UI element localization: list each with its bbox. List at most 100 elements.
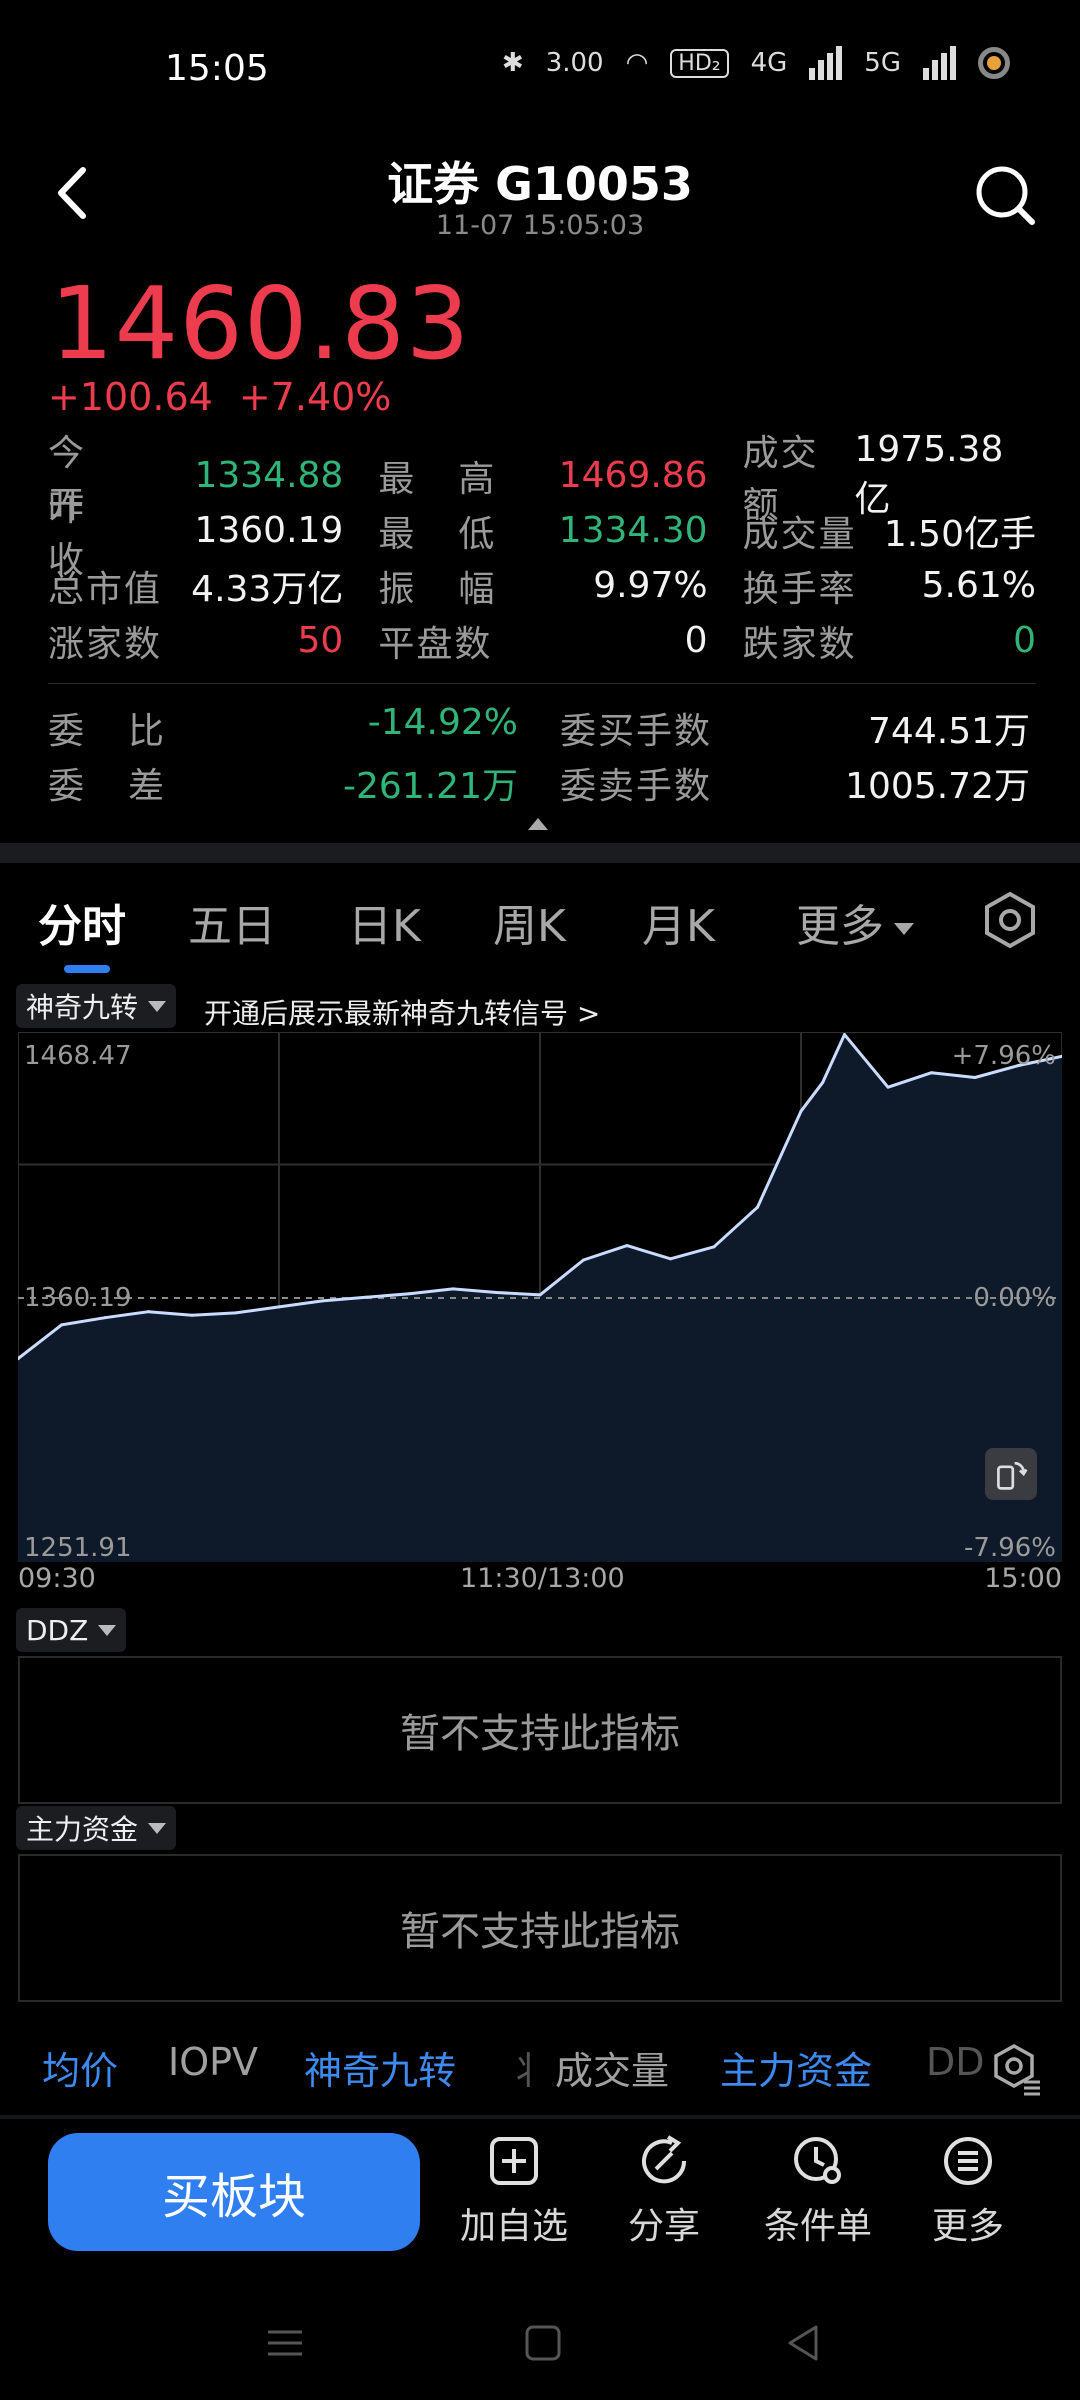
stat-cell: 最低 1334.30 xyxy=(378,505,707,557)
tab-more[interactable]: 更多 xyxy=(796,890,914,954)
hd-badge: HD₂ xyxy=(670,48,729,78)
conditional-order-button[interactable]: 条件单 xyxy=(748,2133,888,2251)
order-stats: 委比 -14.92% 委买手数 744.51万 委差 -261.21万 委卖手数 1005.7… xyxy=(48,700,1036,810)
order-stat-label: 委比 xyxy=(48,710,209,752)
price-point xyxy=(321,1299,324,1303)
ddz-dropdown[interactable]: DDZ xyxy=(16,1608,127,1652)
tab-daily-k[interactable]: 日K xyxy=(348,890,421,954)
stat-cell: 振幅 9.97% xyxy=(378,560,707,612)
stat-value: 5.61% xyxy=(921,565,1036,606)
indicator-main-capital[interactable]: 主力资金 xyxy=(720,2040,872,2095)
y-label-high: 1468.47 xyxy=(24,1041,132,1071)
price-point xyxy=(843,1033,846,1037)
price-change: +100.64 +7.40% xyxy=(48,375,391,419)
order-stat-value: 1005.72万 xyxy=(845,765,1030,807)
stats-row: 总市值 4.33万亿 振幅 9.97% 换手率 5.61% xyxy=(48,558,1036,613)
back-nav-button[interactable] xyxy=(778,2318,828,2368)
more-actions-button[interactable]: 更多 xyxy=(898,2133,1038,2251)
price-point xyxy=(451,1287,455,1291)
stat-cell: 成交量 1.50亿手 xyxy=(743,505,1036,557)
stat-value: 1469.86 xyxy=(558,455,708,496)
indicator-ddz-partial[interactable]: DD xyxy=(926,2040,985,2084)
signal-5g-label: 5G xyxy=(864,48,901,78)
current-price: 1460.83 xyxy=(50,265,471,382)
order-stats-row: 委差 -261.21万 委卖手数 1005.72万 xyxy=(48,755,1036,810)
status-bar: 15:05 ✱ 3.00 ◠ HD₂ 4G 5G xyxy=(0,0,1080,130)
ddz-panel: 暂不支持此指标 xyxy=(18,1656,1062,1804)
indicator-settings-button[interactable] xyxy=(990,2042,1044,2096)
rotate-screen-button[interactable] xyxy=(985,1448,1037,1500)
tab-intraday[interactable]: 分时 xyxy=(38,890,126,954)
order-stat-cell: 委卖手数 1005.72万 xyxy=(560,757,1030,809)
tab-monthly-k[interactable]: 月K xyxy=(642,890,715,954)
pct-label-low: -7.96% xyxy=(964,1533,1056,1562)
price-point xyxy=(190,1313,194,1317)
order-stat-label: 委差 xyxy=(48,765,209,807)
share-icon xyxy=(642,2135,687,2184)
search-icon xyxy=(976,166,1035,225)
active-tab-indicator xyxy=(64,965,110,973)
search-button[interactable] xyxy=(970,160,1040,230)
stat-value: 1.50亿手 xyxy=(883,513,1036,555)
more-actions-label: 更多 xyxy=(931,2206,1004,2247)
y-label-prev-close: 1360.19 xyxy=(24,1283,132,1313)
price-point xyxy=(625,1244,629,1248)
rotate-icon xyxy=(997,1461,1028,1490)
time-axis: 09:30 11:30/13:00 15:00 xyxy=(18,1563,1062,1597)
chart-settings-button[interactable] xyxy=(980,890,1040,950)
indicator-volume[interactable]: 成交量 xyxy=(555,2040,669,2095)
price-point xyxy=(364,1295,368,1299)
share-button[interactable]: 分享 xyxy=(594,2133,734,2251)
unsupported-message: 暂不支持此指标 xyxy=(400,1711,680,1757)
price-point xyxy=(712,1245,716,1249)
price-point xyxy=(277,1305,281,1309)
stat-value: 9.97% xyxy=(593,565,708,606)
nine-turn-hint-link[interactable]: 开通后展示最新神奇九转信号 > xyxy=(204,992,600,1032)
main-capital-dropdown[interactable]: 主力资金 xyxy=(16,1806,177,1850)
main-capital-panel: 暂不支持此指标 xyxy=(18,1854,1062,2002)
stat-value: 4.33万亿 xyxy=(191,568,344,610)
price-point xyxy=(408,1292,411,1296)
indicator-nine-turn[interactable]: 神奇九转 xyxy=(304,2040,456,2095)
tab-more-label: 更多 xyxy=(796,901,884,952)
order-stat-value: -14.92% xyxy=(367,701,518,743)
system-nav-bar xyxy=(0,2290,1080,2400)
main-capital-label: 主力资金 xyxy=(26,1813,139,1846)
tab-five-day[interactable]: 五日 xyxy=(188,890,276,954)
buy-sector-button[interactable]: 买板块 xyxy=(48,2133,420,2251)
price-point xyxy=(756,1205,759,1209)
home-nav-button[interactable] xyxy=(518,2318,568,2368)
stat-cell: 换手率 5.61% xyxy=(743,560,1036,612)
signal-icon-2 xyxy=(923,46,956,80)
change-value: +100.64 xyxy=(48,375,213,419)
nine-turn-label: 神奇九转 xyxy=(26,991,139,1024)
unsupported-message: 暂不支持此指标 xyxy=(400,1909,680,1955)
signal-4g-label: 4G xyxy=(750,48,788,78)
nine-turn-dropdown[interactable]: 神奇九转 xyxy=(16,984,177,1028)
caret-down-icon xyxy=(148,1822,167,1834)
stat-value: 50 xyxy=(297,620,344,661)
indicator-iopv[interactable]: IOPV xyxy=(168,2040,258,2084)
order-stat-label: 委买手数 xyxy=(560,710,713,752)
page-title: 证券 G10053 xyxy=(387,157,693,211)
indicator-avg-price[interactable]: 均价 xyxy=(42,2040,118,2095)
add-watchlist-button[interactable]: 加自选 xyxy=(444,2133,584,2251)
home-square-icon xyxy=(525,2325,561,2361)
change-percent: +7.40% xyxy=(238,375,392,419)
collapse-arrow-icon[interactable] xyxy=(528,818,548,830)
price-point xyxy=(582,1258,585,1262)
stat-value: 0 xyxy=(1013,620,1036,661)
price-point xyxy=(886,1085,890,1089)
price-point xyxy=(60,1323,63,1327)
menu-nav-button[interactable] xyxy=(260,2318,310,2368)
order-stat-cell: 委买手数 744.51万 xyxy=(560,702,1030,754)
tab-weekly-k[interactable]: 周K xyxy=(493,890,566,954)
wifi-icon: ◠ xyxy=(625,48,649,78)
order-stat-label: 委卖手数 xyxy=(560,765,713,807)
intraday-chart[interactable]: 1468.47 1360.19 1251.91 +7.96% 0.00% -7.96% xyxy=(18,1032,1062,1562)
header: 证券 G10053 11-07 15:05:03 xyxy=(0,130,1080,250)
price-point xyxy=(103,1316,107,1320)
price-point xyxy=(495,1290,498,1294)
add-square-icon xyxy=(490,2137,538,2185)
divider xyxy=(48,683,1036,684)
